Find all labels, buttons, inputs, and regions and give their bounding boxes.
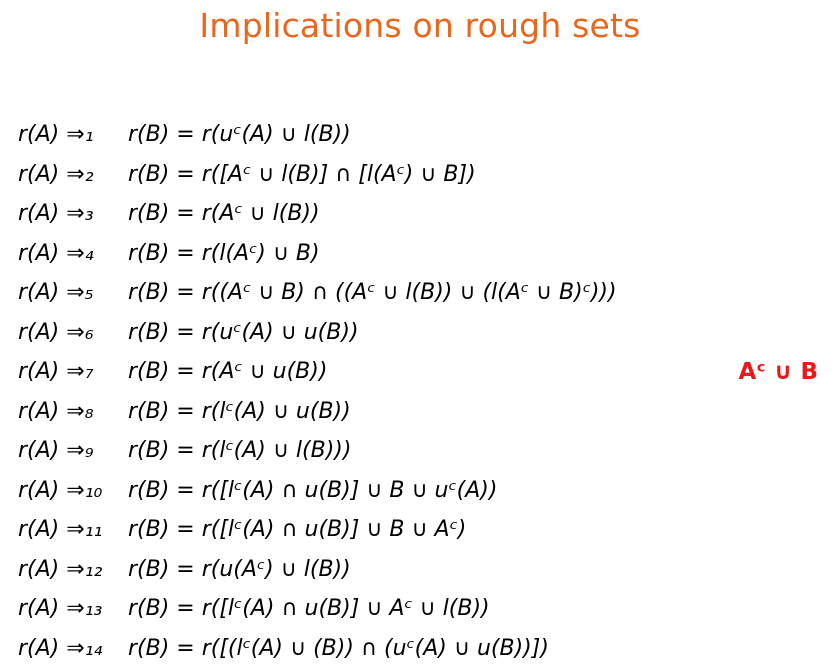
formula-rhs: r(B) = r([lᶜ(A) ∩ u(B)] ∪ B ∪ uᶜ(A)) bbox=[128, 477, 498, 503]
formula-rhs: r(B) = r(lᶜ(A) ∪ l(B))) bbox=[128, 438, 352, 464]
formula-row: r(A) ⇒₁ r(B) = r(uᶜ(A) ∪ l(B)) bbox=[18, 115, 818, 155]
formula-row: r(A) ⇒₂ r(B) = r([Aᶜ ∪ l(B)] ∩ [l(Aᶜ) ∪ … bbox=[18, 155, 818, 195]
formula-row: r(A) ⇒₁₃ r(B) = r([lᶜ(A) ∩ u(B)] ∪ Aᶜ ∪ … bbox=[18, 589, 818, 629]
formula-rhs: r(B) = r([lᶜ(A) ∩ u(B)] ∪ Aᶜ ∪ l(B)) bbox=[128, 596, 490, 622]
formula-rhs: r(B) = r(l(Aᶜ) ∪ B) bbox=[128, 240, 320, 266]
formula-rhs: r(B) = r([Aᶜ ∪ l(B)] ∩ [l(Aᶜ) ∪ B]) bbox=[128, 161, 476, 187]
formula-lhs: r(A) ⇒₈ bbox=[18, 398, 94, 424]
formula-row: r(A) ⇒₆ r(B) = r(uᶜ(A) ∪ u(B)) bbox=[18, 313, 818, 353]
formula-lhs: r(A) ⇒₆ bbox=[18, 319, 94, 345]
formula-lhs: r(A) ⇒₃ bbox=[18, 201, 94, 227]
formula-lhs: r(A) ⇒₁₂ bbox=[18, 556, 103, 582]
formula-row: r(A) ⇒₅ r(B) = r((Aᶜ ∪ B) ∩ ((Aᶜ ∪ l(B))… bbox=[18, 273, 818, 313]
formula-lhs: r(A) ⇒₁ bbox=[18, 122, 94, 148]
formula-rhs: r(B) = r(Aᶜ ∪ u(B)) bbox=[128, 359, 328, 385]
formula-list: r(A) ⇒₁ r(B) = r(uᶜ(A) ∪ l(B)) r(A) ⇒₂ r… bbox=[18, 115, 818, 668]
formula-row: r(A) ⇒₇ r(B) = r(Aᶜ ∪ u(B)) Aᶜ ∪ B bbox=[18, 352, 818, 392]
formula-row: r(A) ⇒₄ r(B) = r(l(Aᶜ) ∪ B) bbox=[18, 234, 818, 274]
formula-row: r(A) ⇒₃ r(B) = r(Aᶜ ∪ l(B)) bbox=[18, 194, 818, 234]
formula-rhs: r(B) = r(Aᶜ ∪ l(B)) bbox=[128, 201, 320, 227]
formula-lhs: r(A) ⇒₁₁ bbox=[18, 517, 103, 543]
formula-row: r(A) ⇒₈ r(B) = r(lᶜ(A) ∪ u(B)) bbox=[18, 392, 818, 432]
formula-rhs: r(B) = r(uᶜ(A) ∪ l(B)) bbox=[128, 122, 351, 148]
formula-rhs: r(B) = r(lᶜ(A) ∪ u(B)) bbox=[128, 398, 351, 424]
formula-annotation: Aᶜ ∪ B bbox=[738, 358, 818, 385]
formula-rhs: r(B) = r([(lᶜ(A) ∪ (B)) ∩ (uᶜ(A) ∪ u(B))… bbox=[128, 635, 549, 661]
formula-row: r(A) ⇒₁₀ r(B) = r([lᶜ(A) ∩ u(B)] ∪ B ∪ u… bbox=[18, 471, 818, 511]
formula-row: r(A) ⇒₁₂ r(B) = r(u(Aᶜ) ∪ l(B)) bbox=[18, 550, 818, 590]
formula-lhs: r(A) ⇒₂ bbox=[18, 161, 94, 187]
formula-row: r(A) ⇒₁₁ r(B) = r([lᶜ(A) ∩ u(B)] ∪ B ∪ A… bbox=[18, 510, 818, 550]
formula-lhs: r(A) ⇒₁₀ bbox=[18, 477, 103, 503]
formula-lhs: r(A) ⇒₁₄ bbox=[18, 635, 103, 661]
formula-lhs: r(A) ⇒₄ bbox=[18, 240, 94, 266]
formula-rhs: r(B) = r([lᶜ(A) ∩ u(B)] ∪ B ∪ Aᶜ) bbox=[128, 517, 467, 543]
slide-title: Implications on rough sets bbox=[199, 6, 641, 45]
formula-row: r(A) ⇒₉ r(B) = r(lᶜ(A) ∪ l(B))) bbox=[18, 431, 818, 471]
formula-rhs: r(B) = r((Aᶜ ∪ B) ∩ ((Aᶜ ∪ l(B)) ∪ (l(Aᶜ… bbox=[128, 280, 617, 306]
formula-lhs: r(A) ⇒₅ bbox=[18, 280, 94, 306]
formula-rhs: r(B) = r(uᶜ(A) ∪ u(B)) bbox=[128, 319, 359, 345]
formula-row: r(A) ⇒₁₄ r(B) = r([(lᶜ(A) ∪ (B)) ∩ (uᶜ(A… bbox=[18, 629, 818, 669]
formula-lhs: r(A) ⇒₇ bbox=[18, 359, 94, 385]
formula-lhs: r(A) ⇒₁₃ bbox=[18, 596, 103, 622]
formula-lhs: r(A) ⇒₉ bbox=[18, 438, 94, 464]
formula-rhs: r(B) = r(u(Aᶜ) ∪ l(B)) bbox=[128, 556, 351, 582]
